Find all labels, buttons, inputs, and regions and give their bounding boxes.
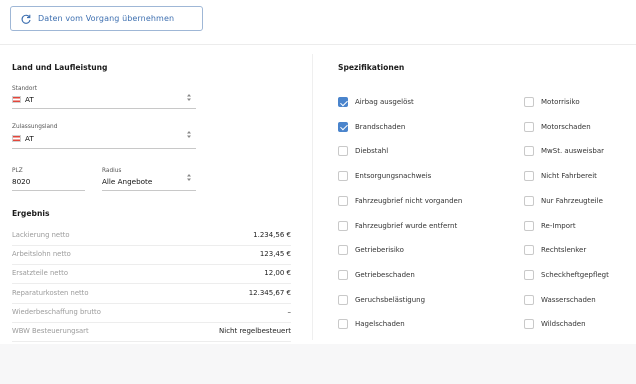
spec-checkbox-label[interactable]: Nur Fahrzeugteile: [541, 197, 603, 205]
spec-checkbox[interactable]: [524, 97, 534, 107]
spec-checkbox-label[interactable]: Scheckheftgepflegt: [541, 271, 609, 279]
zip-input[interactable]: 8020: [12, 177, 30, 186]
radius-underline: [102, 190, 196, 191]
spec-checkbox-label[interactable]: Motorschaden: [541, 123, 591, 131]
location-select[interactable]: AT: [12, 95, 34, 104]
spec-checkbox[interactable]: [524, 195, 534, 206]
footer-area: [0, 344, 636, 384]
sync-from-case-button[interactable]: Daten vom Vorgang übernehmen: [10, 6, 203, 31]
spec-checkbox-label[interactable]: Wildschaden: [541, 320, 586, 328]
spec-checkbox-label[interactable]: Re-Import: [541, 222, 576, 230]
austria-flag-icon: [12, 135, 21, 142]
result-row-label: Arbeitslohn netto: [12, 250, 71, 259]
sort-arrows-icon[interactable]: [186, 130, 192, 139]
austria-flag-icon: [12, 96, 21, 103]
registration-select[interactable]: AT: [12, 134, 34, 143]
spec-checkbox-label[interactable]: Geruchsbelästigung: [355, 296, 425, 304]
radius-label: Radius: [102, 168, 122, 174]
refresh-icon: [21, 14, 31, 24]
spec-checkbox-label[interactable]: MwSt. ausweisbar: [541, 147, 604, 155]
spec-checkbox-label[interactable]: Fahrzeugbrief wurde entfernt: [355, 222, 457, 230]
result-row-value: 12.345,67 €: [248, 288, 291, 297]
spec-checkbox-label[interactable]: Diebstahl: [355, 147, 388, 155]
spec-checkbox[interactable]: [338, 195, 348, 206]
spec-checkbox-label[interactable]: Getriebeschaden: [355, 271, 415, 279]
registration-value: AT: [25, 134, 34, 143]
spec-checkbox[interactable]: [524, 121, 534, 132]
section-title-country-mileage: Land und Laufleistung: [12, 63, 108, 72]
radius-select[interactable]: Alle Angebote: [102, 177, 152, 186]
spec-checkbox[interactable]: [524, 269, 534, 280]
spec-checkbox-label[interactable]: Hagelschaden: [355, 320, 405, 328]
spec-checkbox-label[interactable]: Entsorgungsnachweis: [355, 172, 431, 180]
spec-checkbox[interactable]: [338, 121, 348, 132]
spec-checkbox-label[interactable]: Nicht Fahrbereit: [541, 172, 597, 180]
result-row-value: 1.234,56 €: [253, 231, 291, 239]
location-label: Standort: [12, 86, 38, 92]
spec-checkbox[interactable]: [338, 171, 348, 182]
spec-checkbox[interactable]: [524, 220, 534, 231]
spec-checkbox[interactable]: [524, 171, 534, 182]
spec-checkbox[interactable]: [338, 269, 348, 280]
result-row-label: Lackierung netto: [12, 231, 70, 239]
spec-checkbox-label[interactable]: Rechtslenker: [541, 246, 586, 254]
result-row-value: Nicht regelbesteuert: [219, 327, 291, 335]
result-row-value: 12,00 €: [264, 269, 291, 278]
result-row: Lackierung netto 1.234,56 €: [12, 226, 291, 246]
result-row: WBW Besteuerungsart Nicht regelbesteuert: [12, 322, 291, 342]
result-row-value: –: [287, 307, 292, 316]
result-row-label: Reparaturkosten netto: [12, 288, 89, 297]
spec-checkbox[interactable]: [524, 245, 534, 256]
result-row-label: Ersatzteile netto: [12, 269, 68, 278]
result-row-label: Wiederbeschaffung brutto: [12, 307, 101, 316]
toolbar: Daten vom Vorgang übernehmen: [0, 0, 636, 44]
result-row-value: 123,45 €: [259, 250, 291, 259]
radius-value: Alle Angebote: [102, 177, 153, 186]
spec-checkbox[interactable]: [338, 146, 348, 157]
section-title-result: Ergebnis: [12, 209, 50, 218]
spec-checkbox[interactable]: [338, 220, 348, 231]
spec-checkbox[interactable]: [524, 146, 534, 157]
result-row: Reparaturkosten netto 12.345,67 €: [12, 284, 291, 304]
spec-checkbox[interactable]: [338, 294, 348, 305]
result-row: Wiederbeschaffung brutto –: [12, 303, 291, 323]
location-underline: [12, 108, 196, 109]
registration-label: Zulassungsland: [12, 124, 58, 130]
sort-arrows-icon[interactable]: [186, 93, 192, 102]
section-title-specifications: Spezifikationen: [338, 63, 405, 72]
spec-checkbox-label[interactable]: Fahrzeugbrief nicht vorganden: [355, 197, 462, 205]
location-value: AT: [25, 95, 34, 104]
column-divider: [312, 54, 313, 340]
spec-checkbox[interactable]: [338, 245, 348, 256]
spec-checkbox-label[interactable]: Brandschaden: [355, 123, 405, 131]
sort-arrows-icon[interactable]: [186, 173, 192, 182]
result-row: Arbeitslohn netto 123,45 €: [12, 245, 291, 266]
result-row: Ersatzteile netto 12,00 €: [12, 264, 291, 285]
spec-checkbox-label[interactable]: Getrieberisiko: [355, 246, 404, 254]
result-row-label: WBW Besteuerungsart: [12, 327, 89, 335]
zip-underline: [12, 190, 85, 191]
spec-checkbox-label[interactable]: Motorrisiko: [541, 98, 580, 106]
spec-checkbox[interactable]: [524, 319, 534, 330]
spec-checkbox[interactable]: [338, 97, 348, 107]
spec-checkbox-label[interactable]: Airbag ausgelöst: [355, 98, 414, 106]
spec-checkbox[interactable]: [524, 294, 534, 305]
sync-button-label: Daten vom Vorgang übernehmen: [38, 14, 175, 23]
spec-checkbox-label[interactable]: Wasserschaden: [541, 296, 596, 304]
zip-value: 8020: [12, 177, 31, 186]
registration-underline: [12, 148, 196, 149]
zip-label: PLZ: [12, 168, 23, 174]
spec-checkbox[interactable]: [338, 319, 348, 330]
